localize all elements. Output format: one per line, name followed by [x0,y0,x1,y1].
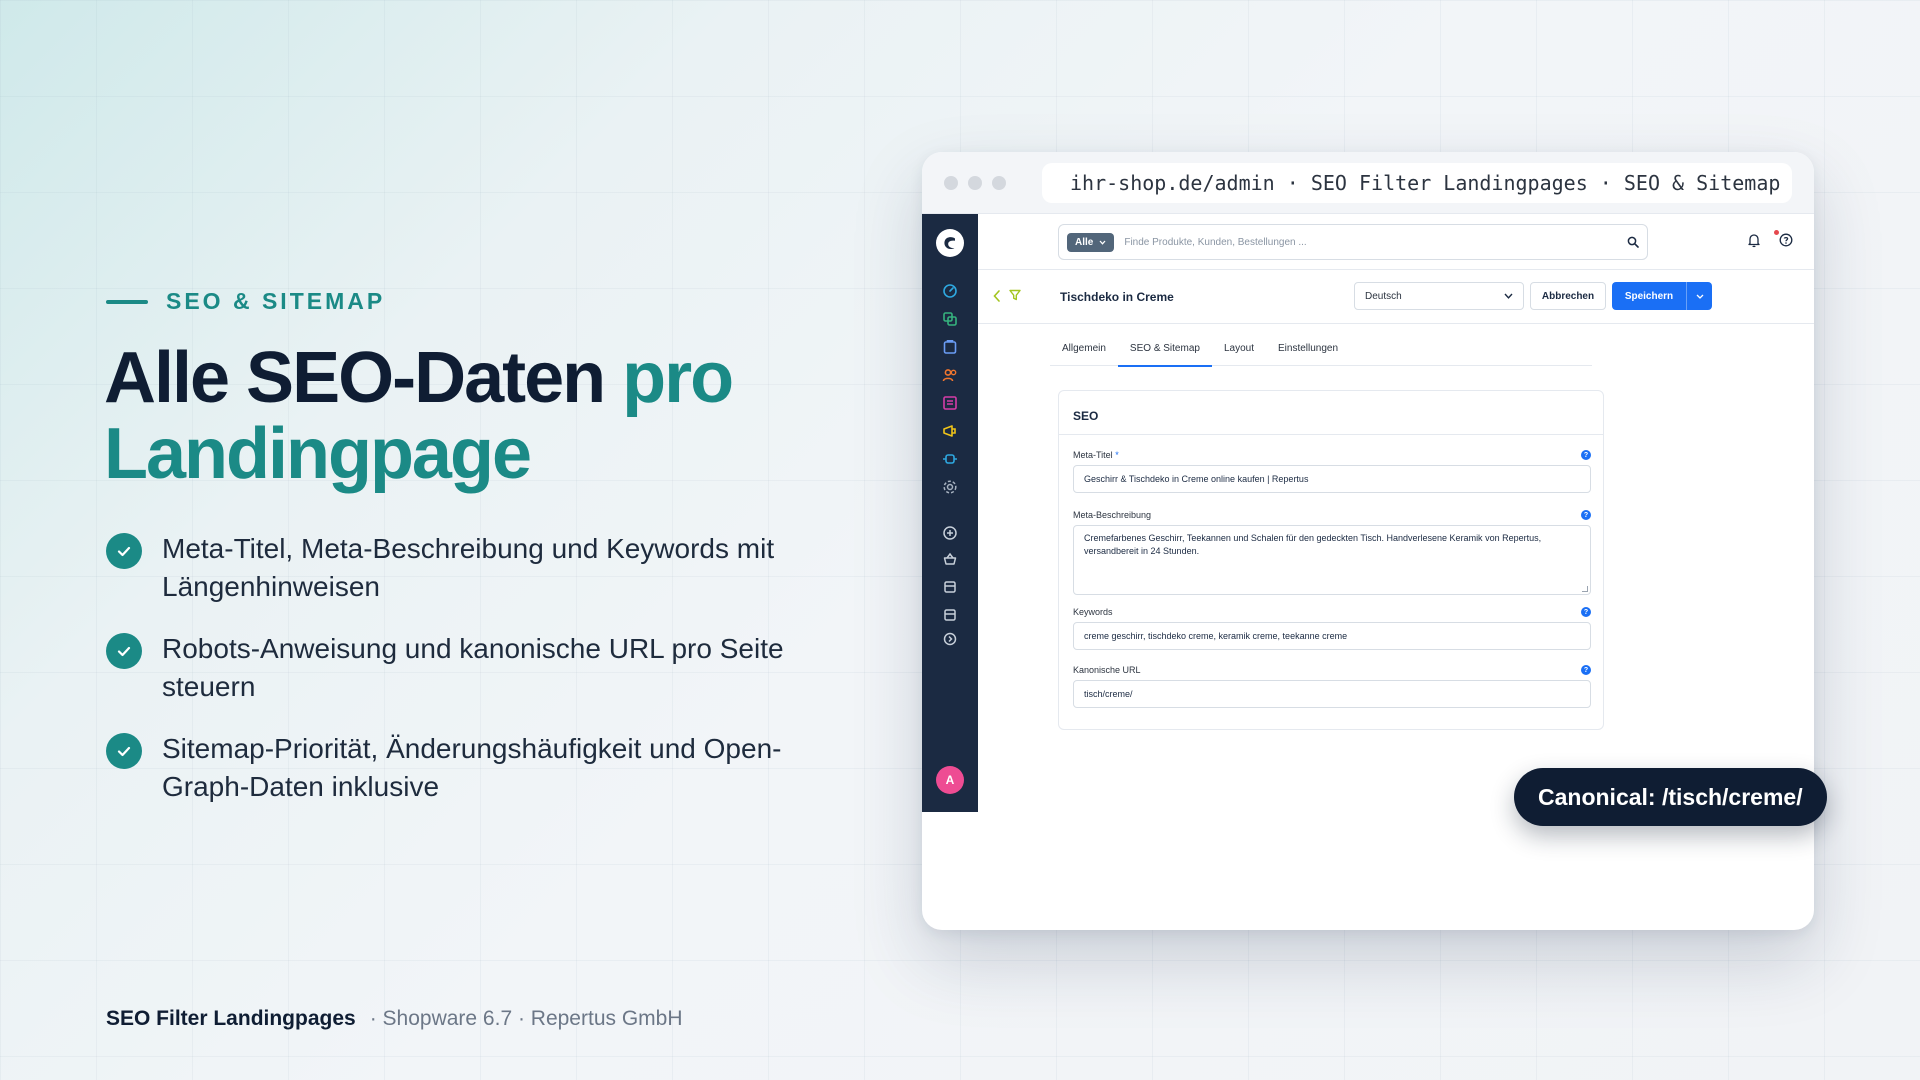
canonical-url-field: Kanonische URL ? tisch/creme/ [1073,664,1591,708]
shopware-logo-icon[interactable] [936,229,964,257]
admin-sidebar: A [922,214,978,812]
footer-product: SEO Filter Landingpages [106,1007,356,1030]
feature-item: Sitemap-Priorität, Änderungshäufigkeit u… [106,730,826,806]
seo-card: SEO Meta-Titel * ? Geschirr & Tischdeko … [1058,390,1604,730]
help-icon[interactable]: ? [1581,665,1591,675]
footer: SEO Filter Landingpages · Shopware 6.7 ·… [106,1007,683,1031]
topbar-actions [1746,232,1794,248]
headline: Alle SEO-Daten pro Landingpage [104,340,864,492]
admin-main: Alle Finde Produkte, Kunden, Bestellunge… [978,214,1814,812]
help-icon[interactable]: ? [1581,510,1591,520]
eyebrow-text: SEO & SITEMAP [166,288,386,314]
save-button-label: Speichern [1624,290,1674,302]
resize-handle-icon[interactable] [1582,586,1588,592]
save-button[interactable]: Speichern [1612,282,1712,310]
avatar[interactable]: A [936,766,964,794]
meta-title-field: Meta-Titel * ? Geschirr & Tischdeko in C… [1073,449,1591,493]
catalog-icon[interactable] [941,310,959,328]
tab-seo-sitemap[interactable]: SEO & Sitemap [1117,340,1212,367]
admin-topbar: Alle Finde Produkte, Kunden, Bestellunge… [978,214,1814,270]
footer-meta: · Shopware 6.7 · Repertus GmbH [369,1007,683,1030]
language-select-value: Deutsch [1365,290,1402,302]
add-circle-icon[interactable] [941,524,959,542]
required-marker: * [1115,450,1119,460]
tab-einstellungen[interactable]: Einstellungen [1266,340,1350,366]
card-title: SEO [1059,391,1603,435]
meta-title-input[interactable]: Geschirr & Tischdeko in Creme online kau… [1073,465,1591,493]
feature-text: Meta-Titel, Meta-Beschreibung und Keywor… [162,533,775,602]
canonical-url-label: Kanonische URL [1073,665,1141,675]
basket-icon[interactable] [941,550,959,568]
field-label: Meta-Beschreibung ? [1073,509,1591,521]
feature-item: Robots-Anweisung und kanonische URL pro … [106,630,826,706]
tab-layout[interactable]: Layout [1212,340,1266,366]
page-title: Tischdeko in Creme [1060,290,1174,304]
language-select[interactable]: Deutsch [1354,282,1524,310]
back-arrow-icon[interactable] [992,289,1002,303]
tab-bar: Allgemein SEO & Sitemap Layout Einstellu… [1050,340,1592,367]
notification-badge [1774,230,1779,235]
keywords-label: Keywords [1073,607,1113,617]
keywords-input[interactable]: creme geschirr, tischdeko creme, keramik… [1073,622,1591,650]
checkmark-icon [106,533,142,569]
field-label: Keywords ? [1073,606,1591,618]
feature-list: Meta-Titel, Meta-Beschreibung und Keywor… [106,530,826,830]
search-scope-label: Alle [1075,236,1094,248]
search-input[interactable]: Alle Finde Produkte, Kunden, Bestellunge… [1058,224,1648,260]
help-icon[interactable]: ? [1581,607,1591,617]
feature-text: Robots-Anweisung und kanonische URL pro … [162,633,784,702]
content-icon[interactable] [941,394,959,412]
meta-description-value: Cremefarbenes Geschirr, Teekannen und Sc… [1084,533,1542,556]
eyebrow-line [106,299,148,304]
page-header: Tischdeko in Creme Deutsch Abbrechen Spe… [978,270,1814,324]
meta-title-label-text: Meta-Titel [1073,450,1113,460]
window-close-dot[interactable] [944,175,958,190]
chevron-down-icon [1696,294,1703,299]
meta-description-field: Meta-Beschreibung ? Cremefarbenes Geschi… [1073,509,1591,595]
keywords-field: Keywords ? creme geschirr, tischdeko cre… [1073,606,1591,650]
search-scope-select[interactable]: Alle [1067,232,1115,252]
admin-app: A Alle Finde Produkte, Kunden, Bestellun… [922,214,1814,812]
customers-icon[interactable] [941,366,959,384]
dashboard-icon[interactable] [941,282,959,300]
filter-icon [1009,289,1021,301]
window-maximize-dot[interactable] [992,175,1006,190]
bell-icon[interactable] [1746,232,1762,248]
address-bar[interactable]: ihr-shop.de/admin · SEO Filter Landingpa… [1042,162,1792,203]
feature-item: Meta-Titel, Meta-Beschreibung und Keywor… [106,530,826,606]
eyebrow: SEO & SITEMAP [106,288,385,315]
save-options-toggle[interactable] [1686,282,1712,310]
chevron-down-icon [1099,240,1106,245]
canonical-url-input[interactable]: tisch/creme/ [1073,680,1591,708]
checkmark-icon [106,733,142,769]
storefront-icon[interactable] [941,606,959,624]
checkmark-icon [106,633,142,669]
search-placeholder: Finde Produkte, Kunden, Bestellungen ... [1124,236,1307,248]
chevron-down-icon [1504,293,1513,299]
storefront-icon[interactable] [941,578,959,596]
search-icon[interactable] [1627,236,1639,248]
window-minimize-dot[interactable] [968,175,982,190]
cancel-button[interactable]: Abbrechen [1530,282,1606,310]
collapse-icon[interactable] [941,630,959,648]
help-icon[interactable] [1778,232,1794,248]
meta-description-label: Meta-Beschreibung [1073,510,1152,520]
meta-description-textarea[interactable]: Cremefarbenes Geschirr, Teekannen und Sc… [1073,525,1591,595]
field-label: Meta-Titel * ? [1073,449,1591,461]
headline-main: Alle SEO-Daten [104,338,623,418]
browser-titlebar: ihr-shop.de/admin · SEO Filter Landingpa… [922,152,1814,214]
feature-text: Sitemap-Priorität, Änderungshäufigkeit u… [162,733,782,802]
marketing-icon[interactable] [941,422,959,440]
orders-icon[interactable] [941,338,959,356]
meta-title-label: Meta-Titel * [1073,450,1119,460]
field-label: Kanonische URL ? [1073,664,1591,676]
settings-gear-icon[interactable] [941,478,959,496]
tab-allgemein[interactable]: Allgemein [1050,340,1118,366]
help-icon[interactable]: ? [1581,450,1591,460]
canonical-callout: Canonical: /tisch/creme/ [1514,768,1827,826]
extensions-icon[interactable] [941,450,959,468]
